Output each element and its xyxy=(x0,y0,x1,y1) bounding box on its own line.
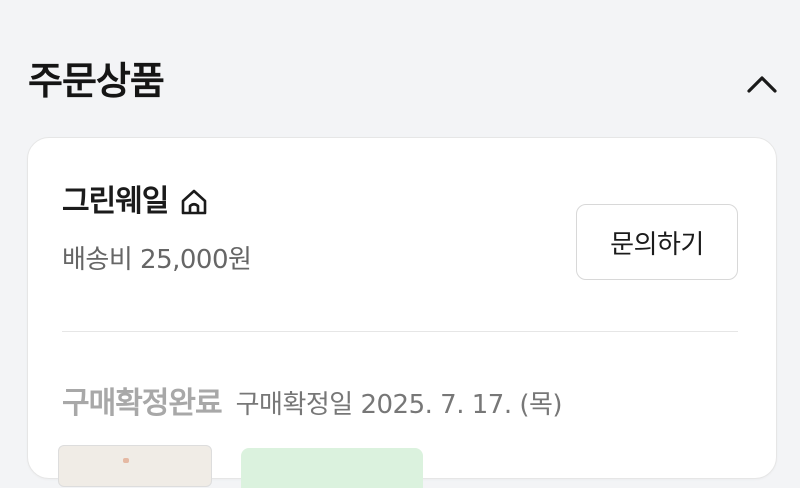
product-thumbnail[interactable] xyxy=(58,445,212,487)
inquiry-button[interactable]: 문의하기 xyxy=(576,204,738,280)
seller-row: 그린웨일 xyxy=(62,182,210,222)
order-products-header: 주문상품 xyxy=(28,52,780,112)
shipping-fee: 배송비 25,000원 xyxy=(62,245,252,275)
divider xyxy=(62,331,738,332)
confirm-date: 구매확정일 2025. 7. 17. (목) xyxy=(235,390,563,420)
section-title: 주문상품 xyxy=(28,59,165,103)
order-card: 그린웨일 배송비 25,000원 문의하기 구매확정완료 구매확정일 2025.… xyxy=(27,137,777,488)
order-status-row: 구매확정완료 구매확정일 2025. 7. 17. (목) xyxy=(62,378,563,422)
thumbnail-detail xyxy=(123,458,129,463)
seller-name[interactable]: 그린웨일 xyxy=(62,182,169,222)
order-status: 구매확정완료 xyxy=(62,386,223,421)
status-badge xyxy=(241,448,423,488)
home-icon[interactable] xyxy=(178,186,210,218)
chevron-up-icon xyxy=(747,76,777,93)
collapse-button[interactable] xyxy=(744,66,780,102)
